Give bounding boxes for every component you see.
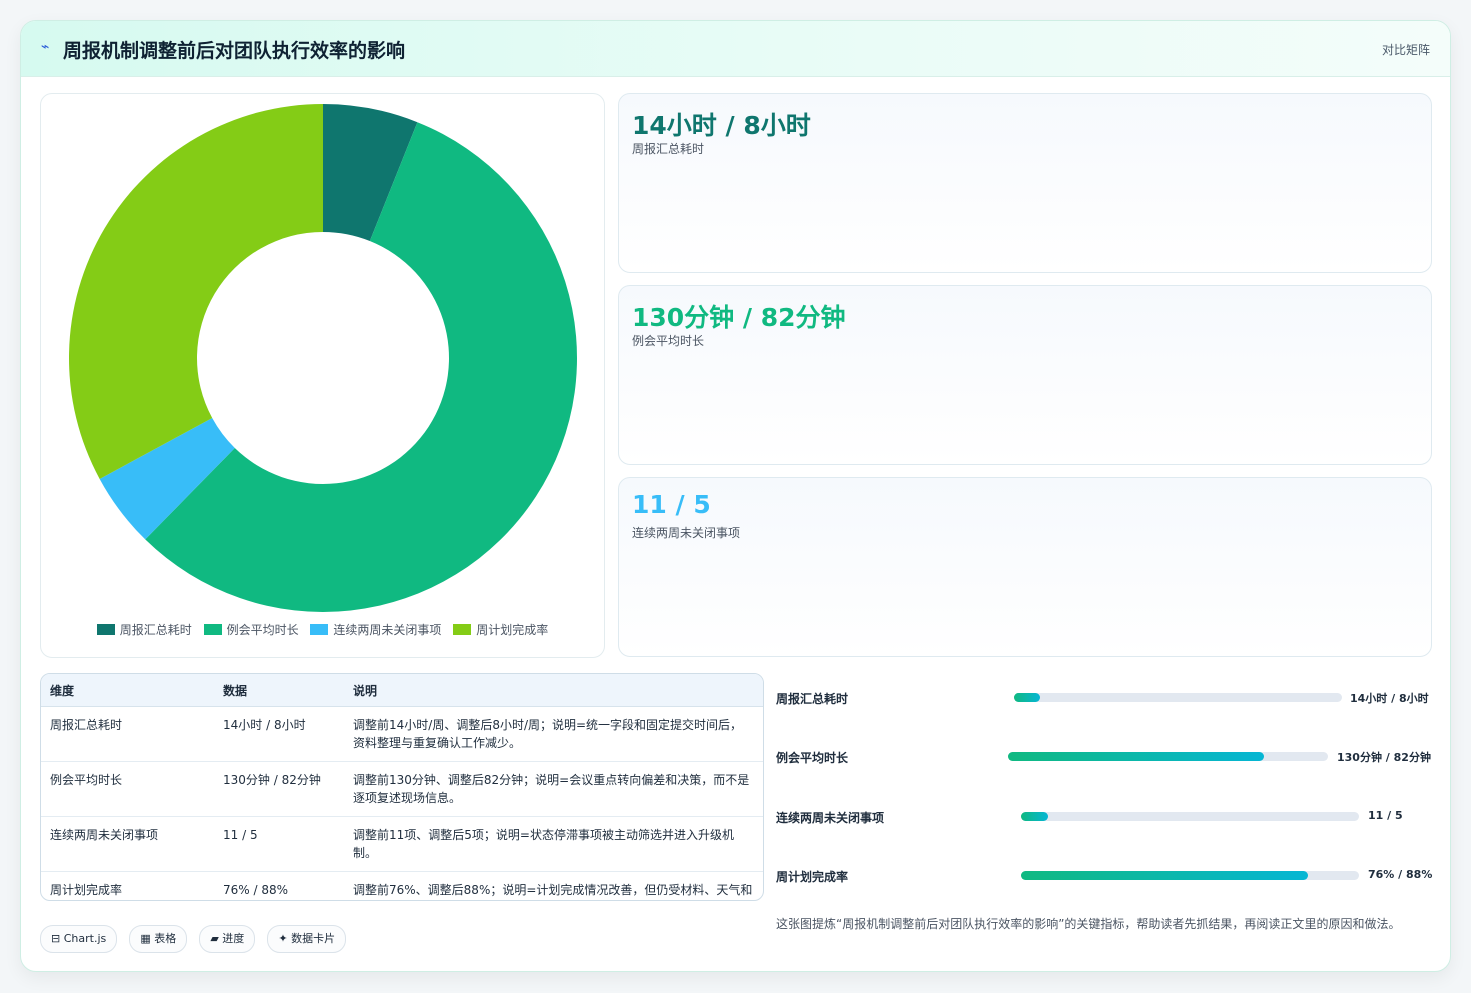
table-row: 周报汇总耗时 14小时 / 8小时 调整前14小时/周、调整后8小时/周；说明=… bbox=[41, 706, 763, 762]
metric-label: 例会平均时长 bbox=[632, 334, 705, 348]
pulse-icon: ⌁ bbox=[41, 39, 50, 55]
table-cell: 调整前130分钟、调整后82分钟；说明=会议重点转向偏差和决策，而不是逐项复述现… bbox=[344, 761, 763, 817]
donut-chart-panel: 周报汇总耗时 例会平均时长 连续两周未关闭事项 周计划完成率 bbox=[40, 93, 605, 658]
table-row: 例会平均时长 130分钟 / 82分钟 调整前130分钟、调整后82分钟；说明=… bbox=[41, 761, 763, 817]
slice-plan-completion[interactable] bbox=[68, 104, 324, 479]
table-row: 周计划完成率 76% / 88% 调整前76%、调整后88%；说明=计划完成情况… bbox=[41, 872, 763, 901]
progress-track bbox=[1021, 871, 1359, 880]
table-cell: 调整前11项、调整后5项；说明=状态停滞事项被主动筛选并进入升级机制。 bbox=[344, 816, 763, 872]
metric-card-unclosed-items: 11 / 5 连续两周未关闭事项 bbox=[618, 477, 1432, 657]
legend-label: 例会平均时长 bbox=[226, 623, 299, 637]
tag-list: ⊟ Chart.js ▦ 表格 ▰ 进度 ✦ 数据卡片 bbox=[40, 925, 353, 953]
summary-note: 这张图提炼“周报机制调整前后对团队执行效率的影响”的关键指标，帮助读者先抓结果，… bbox=[776, 917, 1401, 931]
progress-value: 14小时 / 8小时 bbox=[1350, 692, 1429, 705]
dashboard-card: ⌁ 周报机制调整前后对团队执行效率的影响 对比矩阵 周报汇总耗时 例会平均时长 … bbox=[20, 20, 1451, 972]
progress-label: 周计划完成率 bbox=[776, 870, 849, 884]
table-cell: 调整前14小时/周、调整后8小时/周；说明=统一字段和固定提交时间后，资料整理与… bbox=[344, 706, 763, 762]
legend-swatch bbox=[310, 624, 329, 635]
table-cell: 例会平均时长 bbox=[41, 761, 214, 817]
progress-track bbox=[1008, 752, 1328, 761]
legend-item-plan-completion[interactable]: 周计划完成率 bbox=[453, 621, 548, 638]
table-cell: 连续两周未关闭事项 bbox=[41, 816, 214, 872]
table-row: 连续两周未关闭事项 11 / 5 调整前11项、调整后5项；说明=状态停滞事项被… bbox=[41, 816, 763, 872]
metric-value: 14小时 / 8小时 bbox=[632, 111, 811, 140]
table-cell: 14小时 / 8小时 bbox=[214, 706, 344, 762]
page-title: 周报机制调整前后对团队执行效率的影响 bbox=[63, 40, 406, 62]
donut-chart bbox=[68, 104, 578, 613]
tag-progress[interactable]: ▰ 进度 bbox=[199, 925, 256, 953]
progress-track bbox=[1021, 812, 1359, 821]
metric-label: 连续两周未关闭事项 bbox=[632, 526, 741, 540]
progress-fill bbox=[1021, 812, 1049, 821]
metric-card-meeting-duration: 130分钟 / 82分钟 例会平均时长 bbox=[618, 285, 1432, 465]
progress-fill bbox=[1021, 871, 1309, 880]
progress-value: 76% / 88% bbox=[1368, 868, 1433, 881]
legend-swatch bbox=[453, 624, 472, 635]
legend-label: 周计划完成率 bbox=[476, 623, 549, 637]
column-header: 数据 bbox=[214, 674, 344, 707]
metric-card-weekly-summary: 14小时 / 8小时 周报汇总耗时 bbox=[618, 93, 1432, 273]
metric-value: 130分钟 / 82分钟 bbox=[632, 303, 846, 332]
legend-label: 周报汇总耗时 bbox=[119, 623, 192, 637]
tag-chartjs[interactable]: ⊟ Chart.js bbox=[40, 925, 118, 953]
comparison-matrix-link[interactable]: 对比矩阵 bbox=[1382, 41, 1430, 58]
legend-swatch bbox=[203, 624, 222, 635]
legend-swatch bbox=[96, 624, 115, 635]
progress-fill bbox=[1008, 752, 1264, 761]
tag-data-card[interactable]: ✦ 数据卡片 bbox=[267, 925, 347, 953]
header-bar: ⌁ 周报机制调整前后对团队执行效率的影响 对比矩阵 bbox=[21, 21, 1450, 77]
progress-label: 例会平均时长 bbox=[776, 751, 849, 765]
metric-value: 11 / 5 bbox=[632, 490, 711, 519]
progress-label: 连续两周未关闭事项 bbox=[776, 811, 885, 825]
column-header: 维度 bbox=[41, 674, 214, 707]
table-header-row: 维度 数据 说明 bbox=[41, 674, 763, 707]
legend-item-meeting-duration[interactable]: 例会平均时长 bbox=[203, 621, 299, 638]
data-table: 维度 数据 说明 周报汇总耗时 14小时 / 8小时 调整前14小时/周、调整后… bbox=[40, 673, 764, 901]
metric-label: 周报汇总耗时 bbox=[632, 142, 705, 156]
table-cell: 调整前76%、调整后88%；说明=计划完成情况改善，但仍受材料、天气和设计变更等… bbox=[353, 883, 753, 897]
progress-label: 周报汇总耗时 bbox=[776, 692, 849, 706]
progress-track bbox=[1014, 693, 1342, 702]
table-cell: 130分钟 / 82分钟 bbox=[214, 761, 344, 817]
progress-value: 11 / 5 bbox=[1368, 809, 1403, 822]
column-header: 说明 bbox=[344, 674, 763, 707]
progress-fill bbox=[1014, 693, 1041, 702]
table-cell: 76% / 88% bbox=[223, 883, 289, 897]
table-cell: 周报汇总耗时 bbox=[41, 706, 214, 762]
progress-value: 130分钟 / 82分钟 bbox=[1337, 751, 1431, 764]
table-cell: 11 / 5 bbox=[214, 816, 344, 872]
legend-item-weekly-summary-time[interactable]: 周报汇总耗时 bbox=[96, 621, 192, 638]
legend-item-unclosed-items[interactable]: 连续两周未关闭事项 bbox=[310, 621, 441, 638]
tag-table[interactable]: ▦ 表格 bbox=[129, 925, 188, 953]
legend-label: 连续两周未关闭事项 bbox=[333, 623, 442, 637]
chart-legend: 周报汇总耗时 例会平均时长 连续两周未关闭事项 周计划完成率 bbox=[41, 621, 604, 638]
table-cell: 周计划完成率 bbox=[50, 883, 123, 897]
